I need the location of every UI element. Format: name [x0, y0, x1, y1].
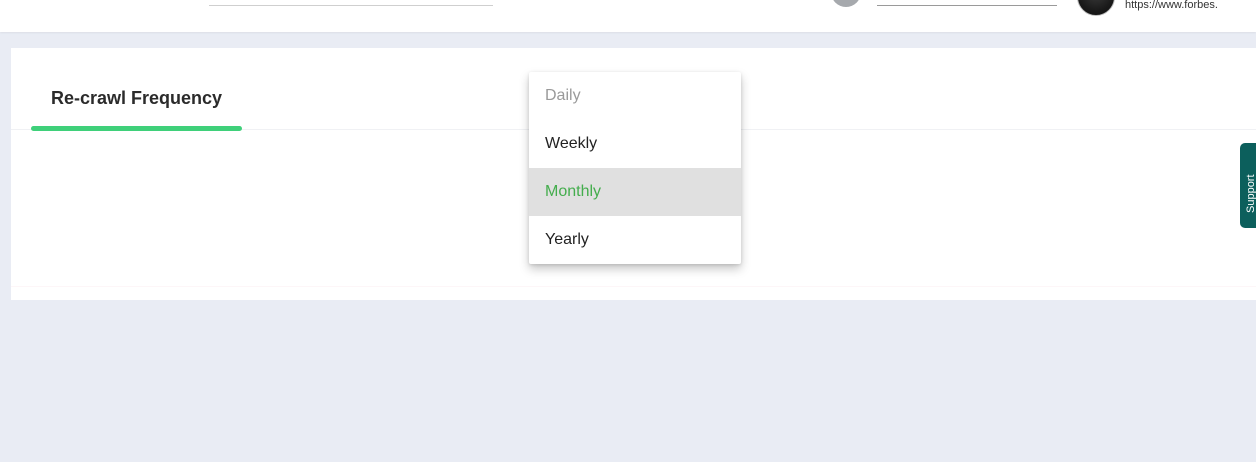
card-bottom-divider [11, 286, 1256, 287]
site-url: https://www.forbes. [1125, 0, 1218, 11]
support-label: Support [1245, 174, 1256, 213]
support-side-tab[interactable]: Support [1240, 143, 1256, 228]
frequency-dropdown-menu: Daily Weekly Monthly Yearly [529, 72, 741, 264]
avatar[interactable] [1077, 0, 1115, 16]
option-yearly[interactable]: Yearly [529, 216, 741, 264]
header-field-underline[interactable] [877, 5, 1057, 6]
option-weekly[interactable]: Weekly [529, 120, 741, 168]
active-tab-indicator [31, 126, 242, 131]
option-daily: Daily [545, 87, 581, 104]
search-field-underline[interactable] [209, 5, 493, 6]
option-monthly[interactable]: Monthly [529, 168, 741, 216]
tab-recrawl-frequency[interactable]: Re-crawl Frequency [31, 48, 242, 131]
tab-label: Re-crawl Frequency [51, 88, 223, 108]
user-status-icon[interactable] [831, 0, 861, 7]
top-bar: https://www.forbes. [0, 0, 1256, 32]
